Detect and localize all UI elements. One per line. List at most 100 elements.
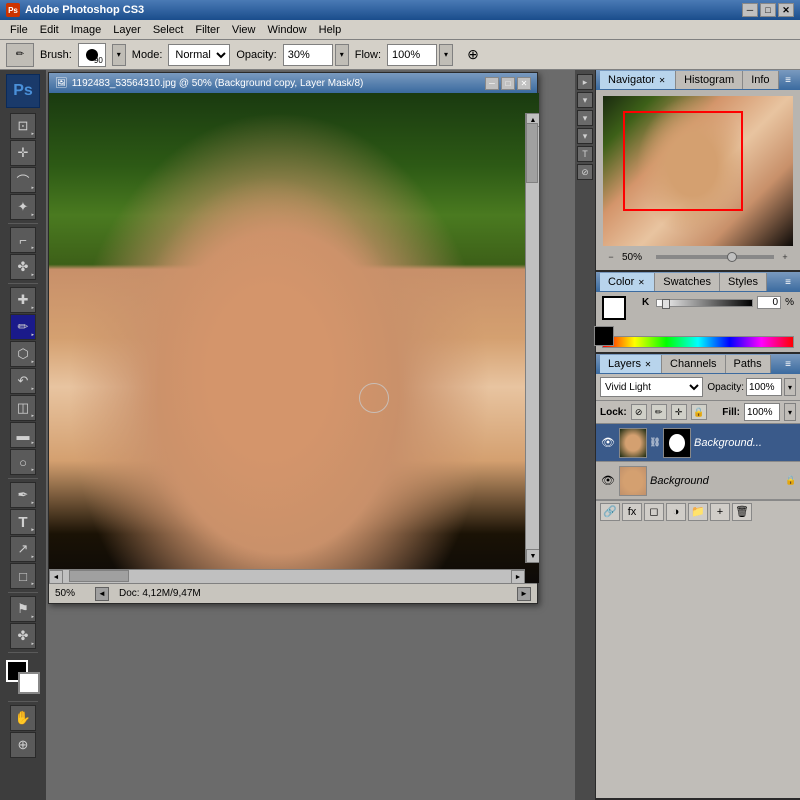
tab-paths[interactable]: Paths — [726, 355, 771, 373]
opacity-dropdown[interactable]: ▾ — [335, 44, 349, 66]
k-slider-track[interactable] — [656, 299, 753, 307]
panel-toggle-1[interactable]: ▸ — [577, 74, 593, 90]
opacity-value[interactable]: 100% — [746, 378, 782, 396]
lock-position-btn[interactable]: ✛ — [671, 404, 687, 420]
layer-row-background-copy[interactable]: 👁 ⛓ Background... — [596, 424, 800, 462]
scroll-thumb-h[interactable] — [69, 570, 129, 582]
background-color[interactable] — [18, 672, 40, 694]
tool-eyedropper[interactable]: ✤▸ — [10, 254, 36, 280]
tool-zoom[interactable]: ⊕ — [10, 732, 36, 758]
mode-select[interactable]: Normal — [168, 44, 230, 66]
blend-mode-select[interactable]: Vivid Light — [600, 377, 703, 397]
tool-notes[interactable]: ⚑▸ — [10, 596, 36, 622]
layers-options[interactable]: ≡ — [780, 356, 796, 372]
scroll-thumb-v[interactable] — [526, 123, 538, 183]
scroll-left[interactable]: ◄ — [49, 570, 63, 583]
tool-measure[interactable]: ✤▸ — [10, 623, 36, 649]
tab-info[interactable]: Info — [743, 71, 778, 89]
tab-styles[interactable]: Styles — [720, 273, 767, 291]
tool-path-selection[interactable]: ↗▸ — [10, 536, 36, 562]
close-button[interactable]: ✕ — [778, 3, 794, 17]
layer-row-background[interactable]: 👁 Background 🔒 — [596, 462, 800, 500]
minimize-button[interactable]: ─ — [742, 3, 758, 17]
scroll-right[interactable]: ► — [511, 570, 525, 583]
doc-maximize[interactable]: □ — [501, 77, 515, 90]
tool-crop[interactable]: ⌐▸ — [10, 227, 36, 253]
k-slider-thumb[interactable] — [662, 299, 670, 309]
layer-delete-btn[interactable]: 🗑 — [732, 503, 752, 521]
canvas-scrollbar-h[interactable]: ◄ ► — [49, 569, 525, 583]
tool-magic-wand[interactable]: ✦▸ — [10, 194, 36, 220]
tool-hand[interactable]: ✋ — [10, 705, 36, 731]
color-options[interactable]: ≡ — [780, 274, 796, 290]
panel-toggle-6[interactable]: ⊘ — [577, 164, 593, 180]
scroll-down[interactable]: ▼ — [526, 549, 539, 563]
status-nav-next[interactable]: ► — [517, 587, 531, 601]
lock-all-btn[interactable]: 🔒 — [691, 404, 707, 420]
color-swatches[interactable] — [6, 660, 40, 694]
tab-histogram[interactable]: Histogram — [676, 71, 743, 89]
tab-color[interactable]: Color ✕ — [600, 273, 655, 291]
tool-move[interactable]: ✛ — [10, 140, 36, 166]
tool-lasso[interactable]: ⌒▸ — [10, 167, 36, 193]
k-slider-value[interactable]: 0 — [757, 296, 781, 309]
tool-stamp[interactable]: ⬡▸ — [10, 341, 36, 367]
color-background-swatch[interactable] — [594, 326, 614, 346]
menu-edit[interactable]: Edit — [34, 22, 65, 38]
tab-layers[interactable]: Layers ✕ — [600, 355, 662, 373]
fill-arrow[interactable]: ▾ — [784, 403, 796, 421]
menu-layer[interactable]: Layer — [107, 22, 147, 38]
maximize-button[interactable]: □ — [760, 3, 776, 17]
tool-history-brush[interactable]: ↶▸ — [10, 368, 36, 394]
tool-shape[interactable]: □▸ — [10, 563, 36, 589]
tool-healing[interactable]: ✚▸ — [10, 287, 36, 313]
panel-toggle-5[interactable]: T — [577, 146, 593, 162]
color-foreground-swatch[interactable] — [602, 296, 626, 320]
color-close[interactable]: ✕ — [636, 277, 646, 287]
layer-visibility-1[interactable]: 👁 — [600, 435, 616, 451]
doc-minimize[interactable]: ─ — [485, 77, 499, 90]
tool-eraser[interactable]: ◫▸ — [10, 395, 36, 421]
brush-dropdown[interactable]: ▾ — [112, 44, 126, 66]
tool-gradient[interactable]: ▬▸ — [10, 422, 36, 448]
opacity-value[interactable]: 30% — [283, 44, 333, 66]
opacity-arrow[interactable]: ▾ — [784, 378, 796, 396]
layers-close[interactable]: ✕ — [643, 359, 653, 369]
menu-help[interactable]: Help — [313, 22, 348, 38]
navigator-options[interactable]: ≡ — [780, 72, 796, 88]
layer-mask-btn[interactable]: ◻ — [644, 503, 664, 521]
document-canvas[interactable]: ▲ ▼ ◄ ► — [49, 93, 539, 583]
menu-filter[interactable]: Filter — [189, 22, 225, 38]
menu-select[interactable]: Select — [147, 22, 190, 38]
layer-adjustment-btn[interactable]: ◑ — [666, 503, 686, 521]
color-spectrum-bar[interactable] — [602, 336, 794, 348]
zoom-in-icon[interactable]: + — [778, 250, 792, 264]
lock-pixels-btn[interactable]: ✏ — [651, 404, 667, 420]
lock-transparent-btn[interactable]: ⊘ — [631, 404, 647, 420]
tool-icon[interactable]: ✏ — [6, 43, 34, 67]
tool-pen[interactable]: ✒▸ — [10, 482, 36, 508]
layer-link-btn[interactable]: 🔗 — [600, 503, 620, 521]
layer-new-btn[interactable]: + — [710, 503, 730, 521]
zoom-slider-thumb[interactable] — [727, 252, 737, 262]
zoom-slider[interactable] — [656, 255, 774, 259]
panel-toggle-4[interactable]: ▾ — [577, 128, 593, 144]
navigator-close[interactable]: ✕ — [657, 75, 667, 85]
flow-dropdown[interactable]: ▾ — [439, 44, 453, 66]
tool-marquee-rect[interactable]: ⊡▸ — [10, 113, 36, 139]
menu-file[interactable]: File — [4, 22, 34, 38]
canvas-scrollbar-v[interactable]: ▲ ▼ — [525, 113, 539, 563]
tool-brush[interactable]: ✏▸ — [10, 314, 36, 340]
zoom-out-icon[interactable]: − — [604, 250, 618, 264]
status-nav-prev[interactable]: ◄ — [95, 587, 109, 601]
fill-value[interactable]: 100% — [744, 403, 780, 421]
panel-toggle-2[interactable]: ▾ — [577, 92, 593, 108]
doc-close[interactable]: ✕ — [517, 77, 531, 90]
menu-view[interactable]: View — [226, 22, 262, 38]
tool-dodge[interactable]: ○▸ — [10, 449, 36, 475]
layer-fx-btn[interactable]: fx — [622, 503, 642, 521]
panel-toggle-3[interactable]: ▾ — [577, 110, 593, 126]
tab-swatches[interactable]: Swatches — [655, 273, 720, 291]
brush-preview[interactable]: 90 — [78, 43, 106, 67]
tab-channels[interactable]: Channels — [662, 355, 725, 373]
